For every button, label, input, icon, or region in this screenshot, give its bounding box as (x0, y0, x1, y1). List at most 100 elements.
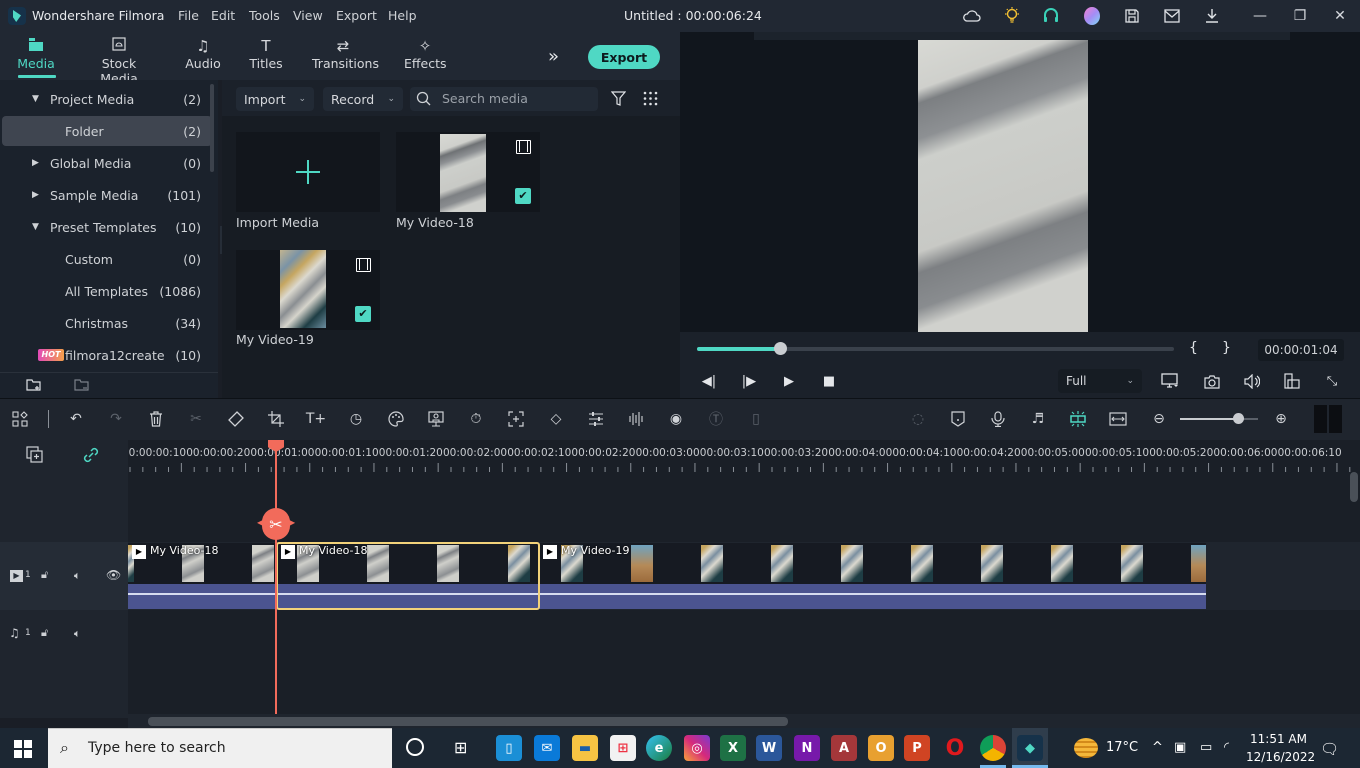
lock-icon[interactable]: 🔓︎ (41, 568, 48, 582)
speech-to-text-icon[interactable]: Ⓣ (706, 409, 726, 429)
delete-icon[interactable] (146, 409, 166, 429)
tab-effects[interactable]: ✧ Effects (404, 36, 447, 71)
download-icon[interactable] (1202, 6, 1222, 26)
menu-tools[interactable]: Tools (249, 8, 280, 23)
sidebar-item[interactable]: ▶ Sample Media (101) (2, 180, 212, 210)
speed-icon[interactable]: ◷ (346, 409, 366, 429)
panel-layout-icon[interactable] (1314, 405, 1342, 433)
nudge-left-icon[interactable]: ◀ (257, 518, 263, 527)
import-dropdown[interactable]: Import ⌄ (236, 87, 314, 111)
link-icon[interactable] (82, 446, 100, 467)
next-frame-icon[interactable]: |▶︎ (740, 372, 758, 390)
windows-start-icon[interactable] (14, 740, 32, 758)
render-preview-icon[interactable]: ◌ (908, 409, 928, 429)
timeline-clip[interactable]: ▶ My Video-19 (539, 543, 1206, 609)
snap-magnet-icon[interactable] (1068, 409, 1088, 429)
freeze-frame-icon[interactable]: ▯ (746, 409, 766, 429)
tab-audio[interactable]: ♫ Audio (184, 36, 222, 71)
color-palette-icon[interactable] (386, 409, 406, 429)
media-item-video-18[interactable]: ✔ (396, 132, 540, 212)
bulb-icon[interactable] (1002, 6, 1022, 26)
menu-edit[interactable]: Edit (211, 8, 235, 23)
adjust-sliders-icon[interactable] (586, 409, 606, 429)
battery-icon[interactable]: ▭ (1200, 740, 1212, 755)
tag-icon[interactable] (226, 409, 246, 429)
caret-down-icon[interactable]: ▼ (32, 94, 39, 104)
audio-stretch-icon[interactable]: ◉ (666, 409, 686, 429)
taskbar-app-icon[interactable]: ▯ (496, 735, 522, 761)
mark-in-button[interactable]: { (1189, 340, 1198, 356)
mark-out-button[interactable]: } (1222, 340, 1231, 356)
cloud-icon[interactable] (962, 6, 982, 26)
previous-frame-icon[interactable]: ◀︎| (700, 372, 718, 390)
preview-quality-dropdown[interactable]: Full ⌄ (1058, 369, 1142, 393)
restore-button[interactable]: ❐ (1290, 6, 1310, 26)
caret-right-icon[interactable]: ▶ (32, 158, 39, 168)
grid-view-icon[interactable] (643, 91, 658, 109)
import-media-tile[interactable] (236, 132, 380, 212)
split-scissors-icon[interactable]: ✂ (262, 508, 290, 540)
access-icon[interactable]: A (831, 735, 857, 761)
temperature[interactable]: 17°C (1106, 740, 1138, 755)
sidebar-item[interactable]: Christmas (34) (2, 308, 212, 338)
tab-titles[interactable]: T Titles (248, 36, 284, 71)
redo-icon[interactable]: ↷ (106, 409, 126, 429)
add-text-icon[interactable]: T+ (306, 409, 326, 429)
menu-file[interactable]: File (178, 8, 199, 23)
sidebar-item[interactable]: ▼ Preset Templates (10) (2, 212, 212, 242)
playhead[interactable] (275, 446, 277, 718)
tab-media[interactable]: Media (16, 36, 56, 71)
sidebar-item[interactable]: Custom (0) (2, 244, 212, 274)
fullscreen-icon[interactable]: ⤡ (1323, 372, 1341, 390)
tab-stock-media[interactable]: Stock Media (84, 36, 154, 86)
snapshot-camera-icon[interactable] (1203, 372, 1221, 390)
avatar-icon[interactable] (1082, 6, 1102, 26)
new-folder-icon[interactable] (26, 378, 42, 395)
audio-mixer-icon[interactable]: ♬ (1028, 409, 1048, 429)
pop-out-preview-icon[interactable] (1283, 372, 1301, 390)
stop-icon[interactable]: ■ (820, 372, 838, 390)
show-hidden-icons-chevron-icon[interactable]: ^ (1152, 740, 1163, 755)
add-track-icon[interactable] (26, 446, 44, 467)
filter-icon[interactable] (610, 91, 627, 110)
microsoft-store-icon[interactable]: ⊞ (610, 735, 636, 761)
word-icon[interactable]: W (756, 735, 782, 761)
excel-icon[interactable]: X (720, 735, 746, 761)
crop-icon[interactable] (266, 409, 286, 429)
auto-reframe-icon[interactable] (506, 409, 526, 429)
mute-speaker-icon[interactable]: 🔈︎ (74, 569, 81, 583)
zoom-in-icon[interactable]: ⊕ (1271, 409, 1291, 429)
caret-right-icon[interactable]: ▶ (32, 190, 39, 200)
microphone-icon[interactable] (988, 409, 1008, 429)
volume-icon[interactable] (1243, 372, 1261, 390)
lock-icon[interactable]: 🔓︎ (41, 626, 48, 640)
filmora-taskbar-icon[interactable]: ◆ (1017, 735, 1043, 761)
headset-icon[interactable] (1041, 6, 1061, 26)
caret-down-icon[interactable]: ▼ (32, 222, 39, 232)
notifications-icon[interactable]: 🗨︎ (1320, 740, 1339, 758)
cut-scissors-icon[interactable]: ✂ (186, 409, 206, 429)
keyframe-icon[interactable]: ◇ (546, 409, 566, 429)
delete-folder-icon[interactable] (74, 378, 90, 395)
timeline-clip[interactable]: ▶ My Video-18 (128, 543, 276, 609)
play-icon[interactable]: ▶ (780, 372, 798, 390)
media-item-video-19[interactable]: ✔ (236, 250, 380, 330)
fit-timeline-icon[interactable] (1108, 409, 1128, 429)
timeline-vertical-scrollbar[interactable] (1350, 472, 1358, 502)
layout-icon[interactable] (10, 409, 30, 429)
minimize-button[interactable]: — (1250, 6, 1270, 26)
mail-app-icon[interactable]: ✉ (534, 735, 560, 761)
clock-date[interactable]: 12/16/2022 (1246, 750, 1315, 764)
task-view-icon[interactable]: ⊞ (454, 738, 467, 757)
undo-icon[interactable]: ↶ (66, 409, 86, 429)
green-screen-icon[interactable] (426, 409, 446, 429)
close-button[interactable]: ✕ (1330, 6, 1350, 26)
sidebar-item[interactable]: ▼ Project Media (2) (2, 84, 212, 114)
clock-time[interactable]: 11:51 AM (1250, 732, 1307, 746)
timeline-zoom-handle[interactable] (1232, 413, 1244, 424)
chrome-icon[interactable] (980, 735, 1006, 761)
wifi-icon[interactable]: ◜ (1224, 740, 1229, 755)
outlook-icon[interactable]: O (868, 735, 894, 761)
timeline-horizontal-scrollbar[interactable] (148, 717, 788, 726)
cortana-icon[interactable] (406, 738, 424, 756)
